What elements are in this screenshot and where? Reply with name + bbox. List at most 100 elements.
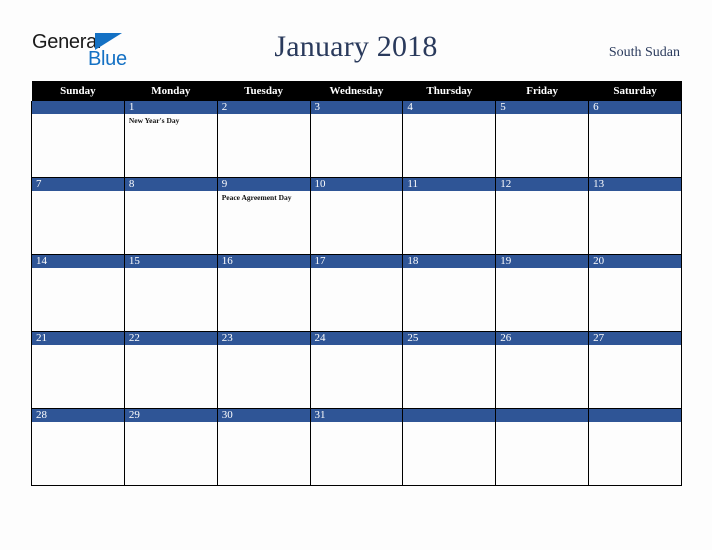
calendar-day-cell[interactable]: 31	[309, 408, 404, 486]
day-events	[32, 268, 124, 270]
day-number: 26	[496, 332, 589, 345]
day-events	[218, 422, 310, 424]
weekday-header-thursday: Thursday	[402, 81, 496, 101]
day-events	[589, 345, 681, 347]
calendar-page: General Blue January 2018 South Sudan Su…	[0, 0, 712, 550]
day-events	[125, 191, 217, 193]
calendar-day-cell[interactable]: 9 Peace Agreement Day	[216, 177, 311, 255]
day-events	[32, 114, 124, 116]
day-number: 14	[32, 255, 124, 268]
day-events: Peace Agreement Day	[218, 191, 310, 202]
day-number: 1	[124, 101, 217, 114]
day-number: 6	[589, 101, 681, 114]
day-events	[32, 345, 124, 347]
day-events	[403, 191, 495, 193]
calendar-day-cell[interactable]: 14	[31, 254, 125, 332]
day-events	[496, 191, 588, 193]
calendar-day-cell[interactable]: 28	[31, 408, 125, 486]
calendar-day-cell[interactable]: 30	[216, 408, 311, 486]
event-label: New Year's Day	[128, 116, 180, 125]
weekday-header-saturday: Saturday	[588, 81, 682, 101]
weekday-header-friday: Friday	[495, 81, 589, 101]
calendar-empty-cell[interactable]	[31, 101, 125, 178]
day-events	[496, 345, 588, 347]
calendar-day-cell[interactable]: 29	[123, 408, 218, 486]
calendar-week-row: 28 29 30 31	[31, 408, 682, 486]
calendar-day-cell[interactable]: 3	[309, 101, 404, 178]
calendar-day-cell[interactable]: 24	[309, 331, 404, 409]
day-events	[32, 422, 124, 424]
calendar-day-cell[interactable]: 16	[216, 254, 311, 332]
calendar-day-cell[interactable]: 18	[402, 254, 497, 332]
calendar-week-row: 21 22 23 24 25 26 27	[31, 331, 682, 409]
calendar-day-cell[interactable]: 4	[402, 101, 497, 178]
calendar-day-cell[interactable]: 21	[31, 331, 125, 409]
page-header: General Blue January 2018 South Sudan	[0, 0, 712, 81]
day-events	[403, 345, 495, 347]
calendar-empty-cell[interactable]	[588, 408, 682, 486]
day-number: 11	[403, 178, 496, 191]
calendar-day-cell[interactable]: 27	[588, 331, 682, 409]
day-events	[589, 114, 681, 116]
calendar-empty-cell[interactable]	[402, 408, 497, 486]
country-label: South Sudan	[608, 45, 680, 60]
calendar-day-cell[interactable]: 26	[495, 331, 590, 409]
weekday-header-tuesday: Tuesday	[217, 81, 311, 101]
day-events	[311, 114, 403, 116]
weekday-header-wednesday: Wednesday	[310, 81, 403, 101]
day-number: 16	[217, 255, 310, 268]
calendar-day-cell[interactable]: 15	[123, 254, 218, 332]
day-number: 8	[124, 178, 217, 191]
event-label: Peace Agreement Day	[221, 193, 292, 202]
day-number: 2	[217, 101, 310, 114]
calendar-empty-cell[interactable]	[495, 408, 590, 486]
calendar-day-cell[interactable]: 23	[216, 331, 311, 409]
day-number: 31	[310, 409, 403, 422]
day-events	[311, 422, 403, 424]
day-events	[496, 422, 588, 424]
calendar-day-cell[interactable]: 10	[309, 177, 404, 255]
calendar-day-cell[interactable]: 1 New Year's Day	[123, 101, 218, 178]
calendar-day-cell[interactable]: 22	[123, 331, 218, 409]
day-number: 29	[124, 409, 217, 422]
day-number: 15	[124, 255, 217, 268]
day-events	[125, 268, 217, 270]
calendar-day-cell[interactable]: 7	[31, 177, 125, 255]
calendar-day-cell[interactable]: 17	[309, 254, 404, 332]
day-number: 21	[32, 332, 124, 345]
calendar-grid: Sunday Monday Tuesday Wednesday Thursday…	[31, 81, 682, 486]
calendar-day-cell[interactable]: 8	[123, 177, 218, 255]
day-events	[589, 422, 681, 424]
calendar-day-cell[interactable]: 5	[495, 101, 590, 178]
day-number: 24	[310, 332, 403, 345]
day-number	[403, 409, 496, 422]
day-events	[403, 114, 495, 116]
calendar-week-row: 14 15 16 17 18 19 20	[31, 254, 682, 332]
day-events	[218, 345, 310, 347]
calendar-day-cell[interactable]: 12	[495, 177, 590, 255]
day-events	[589, 268, 681, 270]
calendar-day-cell[interactable]: 6	[588, 101, 682, 178]
day-events	[311, 268, 403, 270]
calendar-day-cell[interactable]: 20	[588, 254, 682, 332]
calendar-day-cell[interactable]: 2	[216, 101, 311, 178]
day-number: 27	[589, 332, 681, 345]
day-events	[403, 422, 495, 424]
day-events: New Year's Day	[125, 114, 217, 125]
day-number: 7	[32, 178, 124, 191]
day-number: 30	[217, 409, 310, 422]
day-events	[496, 268, 588, 270]
calendar-day-cell[interactable]: 11	[402, 177, 497, 255]
day-number: 25	[403, 332, 496, 345]
calendar-day-cell[interactable]: 25	[402, 331, 497, 409]
day-events	[218, 268, 310, 270]
day-number	[496, 409, 589, 422]
day-number: 22	[124, 332, 217, 345]
calendar-day-cell[interactable]: 13	[588, 177, 682, 255]
calendar-week-row: 7 8 9 Peace Agreement Day 10 11 12 13	[31, 177, 682, 255]
calendar-day-cell[interactable]: 19	[495, 254, 590, 332]
day-number: 10	[310, 178, 403, 191]
calendar-body: 1 New Year's Day 2 3 4 5 6 7 8 9 Peace Agreement D…	[31, 101, 682, 486]
day-events	[311, 345, 403, 347]
day-number: 3	[310, 101, 403, 114]
